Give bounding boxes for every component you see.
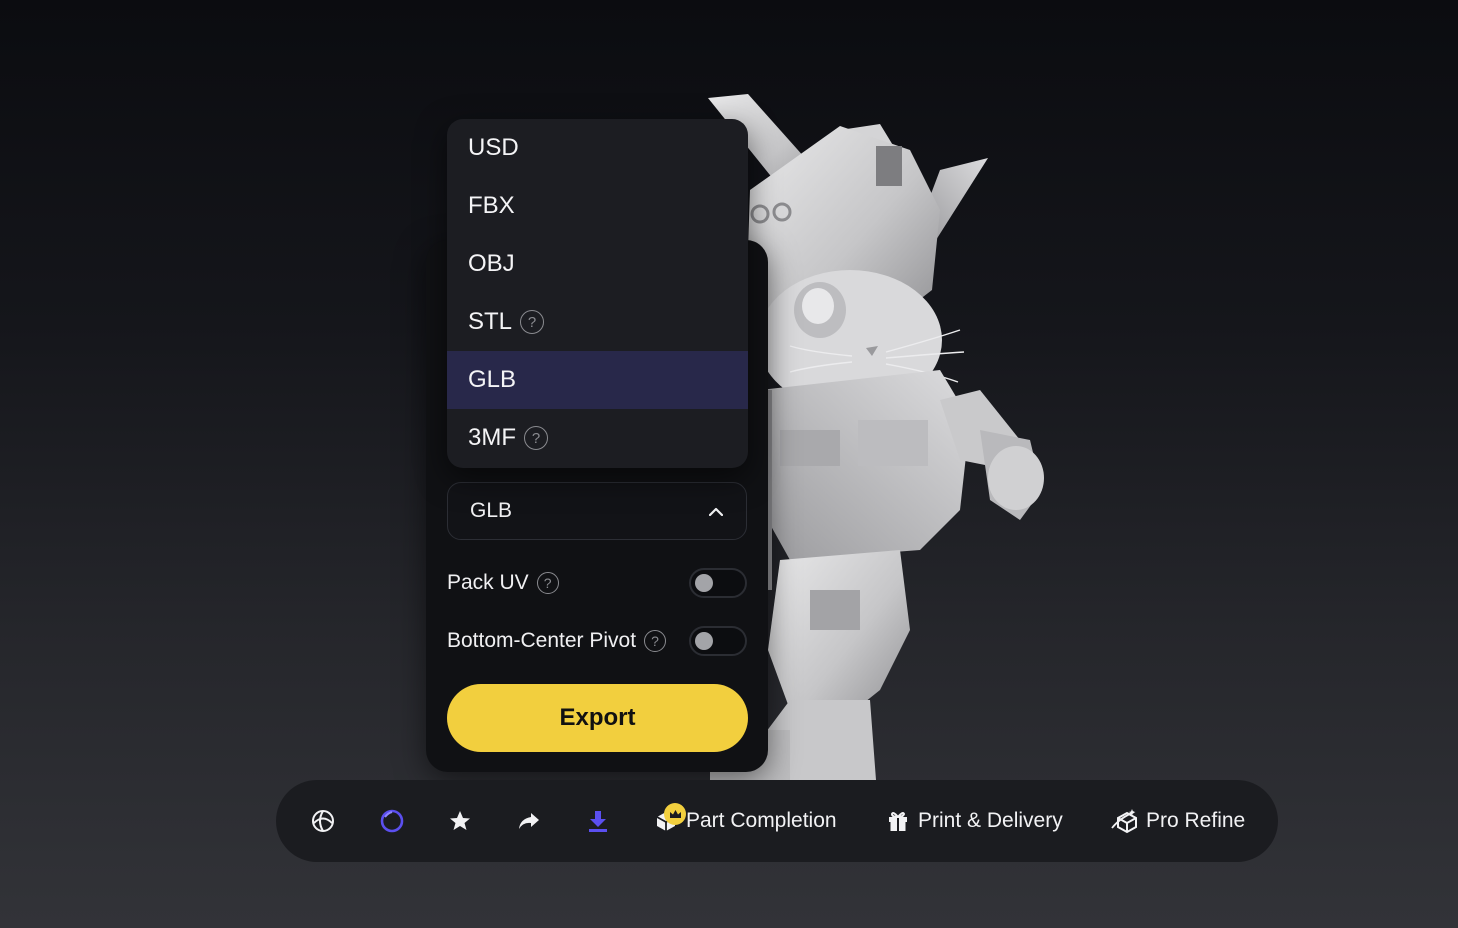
export-button[interactable]: Export	[447, 684, 748, 752]
option-label: Pack UV	[447, 571, 529, 594]
star-icon	[450, 811, 470, 830]
bottom-center-pivot-toggle[interactable]	[689, 626, 747, 656]
download-button[interactable]	[578, 801, 618, 841]
format-select-value: GLB	[470, 499, 513, 522]
format-select[interactable]: GLB	[447, 482, 747, 540]
menu-item-label: 3MF	[468, 424, 516, 451]
menu-item-label: STL	[468, 308, 513, 335]
format-option-stl[interactable]: STL ?	[447, 293, 748, 351]
option-label: Bottom-Center Pivot	[447, 629, 637, 652]
refine-cube-icon	[1111, 809, 1137, 834]
print-delivery-button[interactable]: Print & Delivery	[886, 800, 1063, 842]
toggle-knob	[695, 632, 713, 650]
format-option-usd[interactable]: USD	[447, 119, 748, 177]
format-option-fbx[interactable]: FBX	[447, 177, 748, 235]
print-delivery-label: Print & Delivery	[918, 809, 1063, 832]
share-arrow-icon	[519, 813, 539, 829]
cube-parts-icon	[654, 803, 686, 833]
part-completion-label: Part Completion	[686, 809, 837, 832]
format-option-3mf[interactable]: 3MF ?	[447, 409, 748, 467]
bottom-toolbar: Part Completion Print & Delivery Pro Ref…	[276, 780, 1278, 862]
download-icon	[589, 811, 607, 832]
menu-item-label: USD	[468, 134, 519, 161]
help-icon[interactable]: ?	[644, 630, 667, 652]
gift-icon	[889, 812, 907, 831]
toggle-knob	[695, 574, 713, 592]
crown-icon	[664, 803, 686, 825]
pro-refine-button[interactable]: Pro Refine	[1110, 800, 1245, 842]
share-button[interactable]	[509, 801, 549, 841]
part-completion-button[interactable]: Part Completion	[654, 800, 837, 842]
sphere-button[interactable]	[303, 801, 343, 841]
help-icon[interactable]: ?	[536, 572, 559, 594]
pro-refine-label: Pro Refine	[1146, 809, 1246, 832]
menu-item-label: GLB	[468, 366, 517, 393]
render-mode-button[interactable]	[372, 801, 412, 841]
chevron-up-icon	[708, 503, 724, 519]
circle-ring-icon	[380, 809, 404, 833]
sphere-icon	[312, 810, 334, 832]
format-dropdown-menu: USD FBX OBJ STL ? GLB 3MF ?	[447, 119, 748, 468]
pack-uv-toggle[interactable]	[689, 568, 747, 598]
help-icon[interactable]: ?	[524, 426, 548, 450]
option-pack-uv: Pack UV ?	[447, 568, 747, 598]
option-bottom-center-pivot: Bottom-Center Pivot ?	[447, 626, 747, 656]
favorite-button[interactable]	[440, 801, 480, 841]
help-icon[interactable]: ?	[520, 310, 545, 334]
format-option-obj[interactable]: OBJ	[447, 235, 748, 293]
format-option-glb[interactable]: GLB	[447, 351, 748, 409]
menu-item-label: FBX	[468, 192, 515, 219]
menu-item-label: OBJ	[468, 250, 515, 277]
